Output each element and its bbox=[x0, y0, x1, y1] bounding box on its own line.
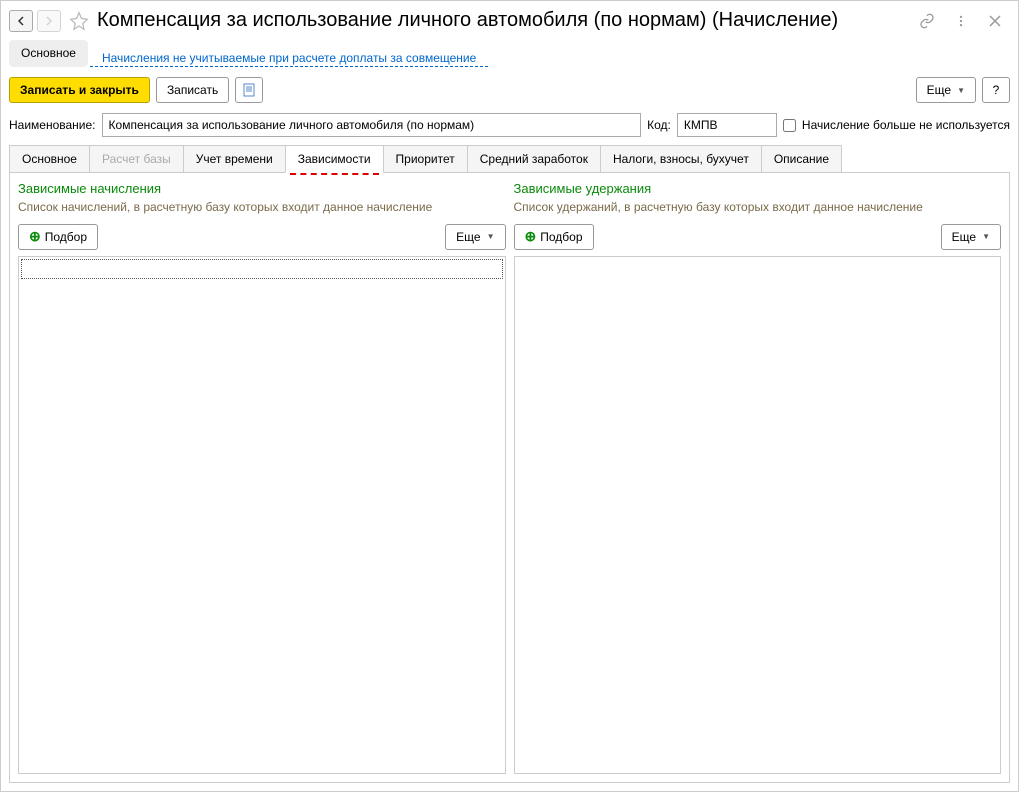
not-used-label: Начисление больше не используется bbox=[802, 118, 1010, 132]
window: Компенсация за использование личного авт… bbox=[0, 0, 1019, 792]
not-used-checkbox[interactable] bbox=[783, 119, 796, 132]
more-label: Еще bbox=[456, 230, 480, 244]
name-input[interactable] bbox=[102, 113, 642, 137]
form-row: Наименование: Код: Начисление больше не … bbox=[9, 113, 1010, 137]
tab-avg[interactable]: Средний заработок bbox=[467, 145, 601, 172]
panel-deductions-desc: Список удержаний, в расчетную базу котор… bbox=[514, 200, 1002, 216]
pick-label: Подбор bbox=[540, 230, 582, 244]
header: Компенсация за использование личного авт… bbox=[9, 9, 1010, 32]
code-label: Код: bbox=[647, 118, 671, 132]
pick-label: Подбор bbox=[45, 230, 87, 244]
plus-icon: ⊕ bbox=[29, 228, 41, 245]
more-label: Еще bbox=[927, 83, 951, 97]
pick-deductions-button[interactable]: ⊕ Подбор bbox=[514, 224, 594, 250]
more-deductions-button[interactable]: Еще ▼ bbox=[941, 224, 1001, 250]
toolbar: Записать и закрыть Записать Еще ▼ ? bbox=[9, 77, 1010, 103]
tab-priority[interactable]: Приоритет bbox=[383, 145, 468, 172]
tab-dependencies[interactable]: Зависимости bbox=[285, 145, 384, 173]
panel-deductions: Зависимые удержания Список удержаний, в … bbox=[514, 181, 1002, 774]
tab-base[interactable]: Расчет базы bbox=[89, 145, 184, 172]
close-icon[interactable] bbox=[986, 12, 1004, 30]
list-item[interactable] bbox=[21, 259, 503, 279]
report-button[interactable] bbox=[235, 77, 263, 103]
name-label: Наименование: bbox=[9, 118, 96, 132]
subnav-main[interactable]: Основное bbox=[9, 40, 88, 67]
accruals-list[interactable] bbox=[18, 256, 506, 774]
tab-content: Зависимые начисления Список начислений, … bbox=[9, 173, 1010, 783]
page-title: Компенсация за использование личного авт… bbox=[97, 9, 908, 32]
deductions-list[interactable] bbox=[514, 256, 1002, 774]
tab-main[interactable]: Основное bbox=[9, 145, 90, 172]
panel-accruals-desc: Список начислений, в расчетную базу кото… bbox=[18, 200, 506, 216]
save-close-button[interactable]: Записать и закрыть bbox=[9, 77, 150, 103]
subnav: Основное Начисления не учитываемые при р… bbox=[9, 40, 1010, 67]
more-label: Еще bbox=[952, 230, 976, 244]
tab-desc[interactable]: Описание bbox=[761, 145, 842, 172]
panel-accruals-title: Зависимые начисления bbox=[18, 181, 506, 196]
tab-time[interactable]: Учет времени bbox=[183, 145, 286, 172]
panel-accruals: Зависимые начисления Список начислений, … bbox=[18, 181, 506, 774]
panel-deductions-toolbar: ⊕ Подбор Еще ▼ bbox=[514, 224, 1002, 250]
chevron-down-icon: ▼ bbox=[957, 86, 965, 95]
star-icon[interactable] bbox=[69, 11, 89, 31]
back-button[interactable] bbox=[9, 10, 33, 32]
code-input[interactable] bbox=[677, 113, 777, 137]
pick-accruals-button[interactable]: ⊕ Подбор bbox=[18, 224, 98, 250]
chevron-down-icon: ▼ bbox=[487, 232, 495, 241]
save-button[interactable]: Записать bbox=[156, 77, 229, 103]
help-button[interactable]: ? bbox=[982, 77, 1010, 103]
chevron-down-icon: ▼ bbox=[982, 232, 990, 241]
forward-button[interactable] bbox=[37, 10, 61, 32]
subnav-link[interactable]: Начисления не учитываемые при расчете до… bbox=[90, 45, 488, 67]
tab-tax[interactable]: Налоги, взносы, бухучет bbox=[600, 145, 762, 172]
more-icon[interactable] bbox=[952, 12, 970, 30]
plus-icon: ⊕ bbox=[525, 228, 537, 245]
panel-accruals-toolbar: ⊕ Подбор Еще ▼ bbox=[18, 224, 506, 250]
more-button[interactable]: Еще ▼ bbox=[916, 77, 976, 103]
link-icon[interactable] bbox=[918, 12, 936, 30]
tabs: Основное Расчет базы Учет времени Зависи… bbox=[9, 145, 1010, 173]
panel-deductions-title: Зависимые удержания bbox=[514, 181, 1002, 196]
more-accruals-button[interactable]: Еще ▼ bbox=[445, 224, 505, 250]
